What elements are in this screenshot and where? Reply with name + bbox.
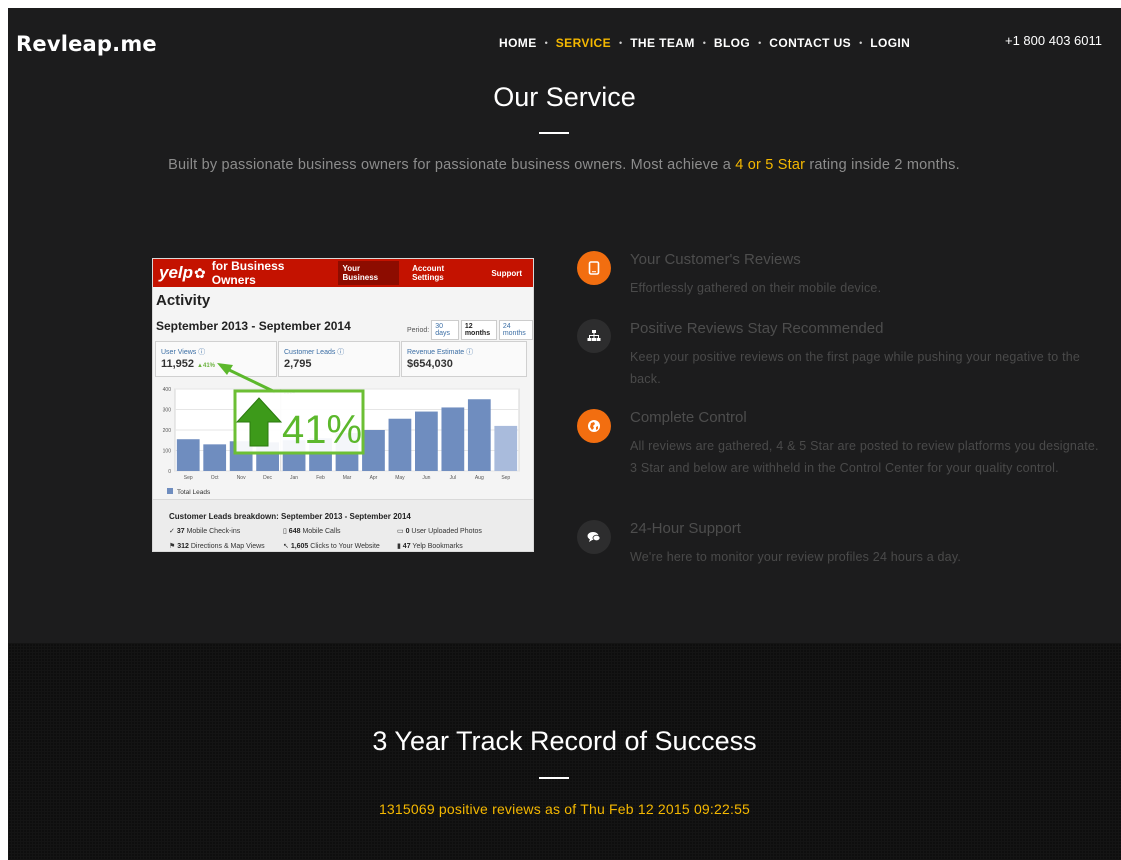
nav-separator: • xyxy=(619,38,623,48)
feature-text: Effortlessly gathered on their mobile de… xyxy=(630,281,882,295)
service-title: Our Service xyxy=(493,82,636,112)
main-nav: HOME • SERVICE • THE TEAM • BLOG • CONTACT U… xyxy=(499,36,910,50)
page: Revleap.me HOME • SERVICE • THE TEAM • BLOG… xyxy=(8,8,1121,860)
callout-arrow-line xyxy=(222,365,276,394)
feature-title: Your Customer's Reviews xyxy=(630,251,801,268)
nav-separator: • xyxy=(758,38,762,48)
feature-text: Keep your positive reviews on the first … xyxy=(630,350,1081,386)
feature-title: 24-Hour Support xyxy=(630,520,741,537)
nav-contact-us[interactable]: CONTACT US xyxy=(769,36,851,50)
nav-home[interactable]: HOME xyxy=(499,36,537,50)
nav-separator: • xyxy=(544,38,548,48)
nav-separator: • xyxy=(859,38,863,48)
yelp-dashboard-screenshot: yelp ✿ for Business Owners Your Business… xyxy=(152,258,534,552)
nav-blog[interactable]: BLOG xyxy=(714,36,750,50)
feature-text: We're here to monitor your review profil… xyxy=(630,550,962,564)
nav-login[interactable]: LOGIN xyxy=(870,36,910,50)
track-record-title: 3 Year Track Record of Success xyxy=(372,726,757,756)
nav-the-team[interactable]: THE TEAM xyxy=(630,36,695,50)
title-divider xyxy=(539,132,569,134)
intro-highlight: 4 or 5 Star xyxy=(735,157,806,173)
brand-logo[interactable]: Revleap.me xyxy=(16,32,157,56)
sitemap-icon xyxy=(577,319,611,353)
reviews-counter: 1315069 positive reviews as of Thu Feb 1… xyxy=(378,801,751,817)
feature-text: All reviews are gathered, 4 & 5 Star are… xyxy=(630,439,1099,475)
growth-overlay: 41% xyxy=(217,363,365,455)
feature-title: Positive Reviews Stay Recommended xyxy=(630,320,884,337)
track-divider xyxy=(539,777,569,779)
phone-number: +1 800 403 6011 xyxy=(1005,33,1102,48)
mobile-icon xyxy=(577,251,611,285)
feature-title: Complete Control xyxy=(630,409,747,426)
intro-text-end: rating inside 2 months. xyxy=(805,157,960,173)
nav-service[interactable]: SERVICE xyxy=(556,36,611,50)
callout-percent: 41% xyxy=(282,408,362,452)
chat-icon xyxy=(577,520,611,554)
service-intro: Built by passionate business owners for … xyxy=(148,154,980,177)
nav-separator: • xyxy=(702,38,706,48)
globe-icon xyxy=(577,409,611,443)
intro-text: Built by passionate business owners for … xyxy=(168,157,736,173)
